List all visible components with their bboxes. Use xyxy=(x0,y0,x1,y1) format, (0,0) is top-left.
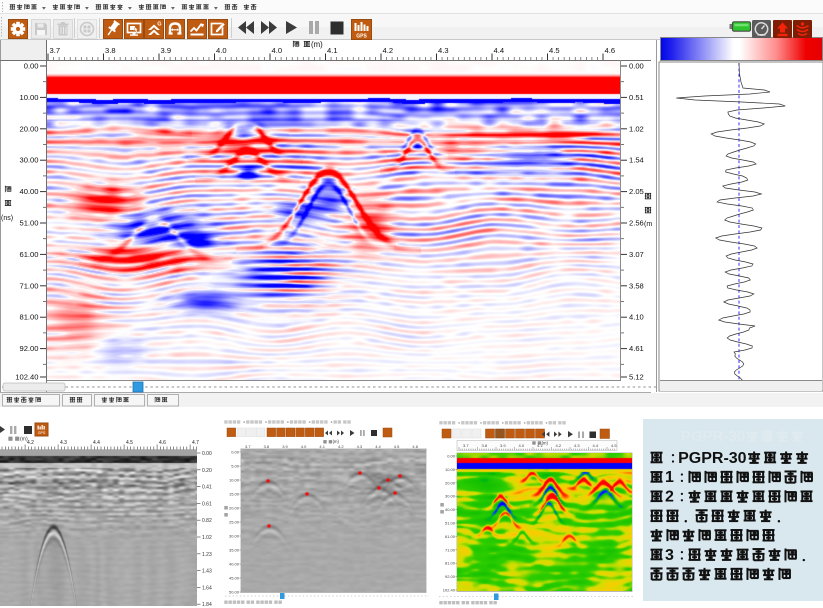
svg-text:1.02: 1.02 xyxy=(629,124,644,133)
svg-text:3.7: 3.7 xyxy=(50,46,61,55)
svg-text:4.6: 4.6 xyxy=(605,46,616,55)
svg-text:51.00: 51.00 xyxy=(19,219,38,228)
svg-text:20.00: 20.00 xyxy=(229,506,240,511)
svg-text:30.00: 30.00 xyxy=(19,156,38,165)
svg-text:4.3: 4.3 xyxy=(60,440,67,446)
svg-text:4.1: 4.1 xyxy=(537,443,543,448)
svg-text:3.8: 3.8 xyxy=(482,443,488,448)
svg-text:81.00: 81.00 xyxy=(19,313,38,322)
svg-text:3.8: 3.8 xyxy=(105,46,116,55)
svg-text:1.23: 1.23 xyxy=(202,552,212,558)
svg-text:1: 1 xyxy=(665,469,674,486)
svg-text:81.00: 81.00 xyxy=(445,561,456,566)
svg-text:1.54: 1.54 xyxy=(629,156,644,165)
svg-text:3: 3 xyxy=(665,547,674,564)
svg-text:5.12: 5.12 xyxy=(629,373,644,382)
svg-text:4.2: 4.2 xyxy=(383,46,394,55)
svg-text:3.58: 3.58 xyxy=(629,281,644,290)
svg-text:2: 2 xyxy=(665,489,674,506)
svg-text:0.41: 0.41 xyxy=(202,485,212,491)
svg-text:4.6: 4.6 xyxy=(159,440,166,446)
svg-text:71.00: 71.00 xyxy=(445,547,456,552)
svg-text:PGPR-30: PGPR-30 xyxy=(678,450,747,467)
svg-text:5.00: 5.00 xyxy=(231,464,240,469)
svg-text:40.00: 40.00 xyxy=(445,507,456,512)
svg-text:71.00: 71.00 xyxy=(19,281,38,290)
svg-text:(ns): (ns) xyxy=(1,215,13,222)
svg-text:3.07: 3.07 xyxy=(629,250,644,259)
svg-text:1.43: 1.43 xyxy=(202,569,212,575)
svg-text:(m): (m) xyxy=(311,40,323,49)
svg-text:50.00: 50.00 xyxy=(229,590,240,595)
svg-text:4.0: 4.0 xyxy=(519,443,525,448)
svg-text:35.00: 35.00 xyxy=(229,548,240,553)
svg-text:15.00: 15.00 xyxy=(229,492,240,497)
svg-text:4.1: 4.1 xyxy=(327,46,338,55)
svg-text:GPS: GPS xyxy=(356,34,367,40)
svg-text:1.84: 1.84 xyxy=(202,602,212,608)
svg-text:(m): (m) xyxy=(542,440,549,445)
svg-text:10.00: 10.00 xyxy=(229,478,240,483)
svg-text:4.10: 4.10 xyxy=(629,313,644,322)
svg-text:92.00: 92.00 xyxy=(445,574,456,579)
svg-text:1.64: 1.64 xyxy=(202,585,212,591)
svg-text:20.00: 20.00 xyxy=(445,480,456,485)
svg-text:4.3: 4.3 xyxy=(574,443,580,448)
svg-text:61.00: 61.00 xyxy=(445,534,456,539)
svg-text:0.51: 0.51 xyxy=(629,93,644,102)
svg-text:0.00: 0.00 xyxy=(629,62,644,71)
svg-text:0.00: 0.00 xyxy=(231,450,240,455)
svg-text:1.02: 1.02 xyxy=(202,535,212,541)
svg-text:102.40: 102.40 xyxy=(15,373,38,382)
svg-text:40.00: 40.00 xyxy=(229,562,240,567)
svg-text:3.9: 3.9 xyxy=(500,443,506,448)
svg-text:102.40: 102.40 xyxy=(443,588,456,593)
svg-text:20.00: 20.00 xyxy=(19,124,38,133)
svg-text:2.56: 2.56 xyxy=(629,219,644,228)
svg-text:4.0: 4.0 xyxy=(216,46,227,55)
svg-text:0.82: 0.82 xyxy=(202,518,212,524)
svg-text:25.00: 25.00 xyxy=(229,520,240,525)
svg-text:4.5: 4.5 xyxy=(611,443,617,448)
svg-text:4.3: 4.3 xyxy=(438,46,449,55)
svg-text:4.4: 4.4 xyxy=(93,440,100,446)
svg-text:30.00: 30.00 xyxy=(445,494,456,499)
svg-text:3.7: 3.7 xyxy=(463,443,469,448)
svg-text:2.05: 2.05 xyxy=(629,187,644,196)
svg-text:30.00: 30.00 xyxy=(229,534,240,539)
svg-text:92.00: 92.00 xyxy=(19,344,38,353)
svg-text:4.5: 4.5 xyxy=(126,440,133,446)
svg-text:45.00: 45.00 xyxy=(229,576,240,581)
svg-text:4.2: 4.2 xyxy=(556,443,562,448)
svg-text:3.9: 3.9 xyxy=(161,46,172,55)
svg-text:0.61: 0.61 xyxy=(202,501,212,507)
svg-text:4.2: 4.2 xyxy=(27,440,34,446)
svg-text:10.00: 10.00 xyxy=(19,93,38,102)
svg-text:PGPR-30: PGPR-30 xyxy=(681,428,745,445)
svg-text:G: G xyxy=(157,22,161,28)
svg-text:GPS: GPS xyxy=(38,431,46,435)
svg-text:4.0: 4.0 xyxy=(272,46,283,55)
svg-text:4.7: 4.7 xyxy=(192,440,199,446)
svg-text:40.00: 40.00 xyxy=(19,187,38,196)
svg-text:0.20: 0.20 xyxy=(202,468,212,474)
svg-text:0.00: 0.00 xyxy=(24,62,39,71)
svg-text:4.4: 4.4 xyxy=(593,443,599,448)
svg-text:0.00: 0.00 xyxy=(202,451,212,457)
svg-text:10.00: 10.00 xyxy=(445,467,456,472)
svg-text:4.5: 4.5 xyxy=(549,46,560,55)
svg-text:(m: (m xyxy=(644,221,652,228)
svg-text:4.61: 4.61 xyxy=(629,344,644,353)
svg-text:61.00: 61.00 xyxy=(19,250,38,259)
svg-text:4.4: 4.4 xyxy=(494,46,505,55)
svg-text:51.00: 51.00 xyxy=(445,521,456,526)
svg-text:0.00: 0.00 xyxy=(447,454,456,459)
